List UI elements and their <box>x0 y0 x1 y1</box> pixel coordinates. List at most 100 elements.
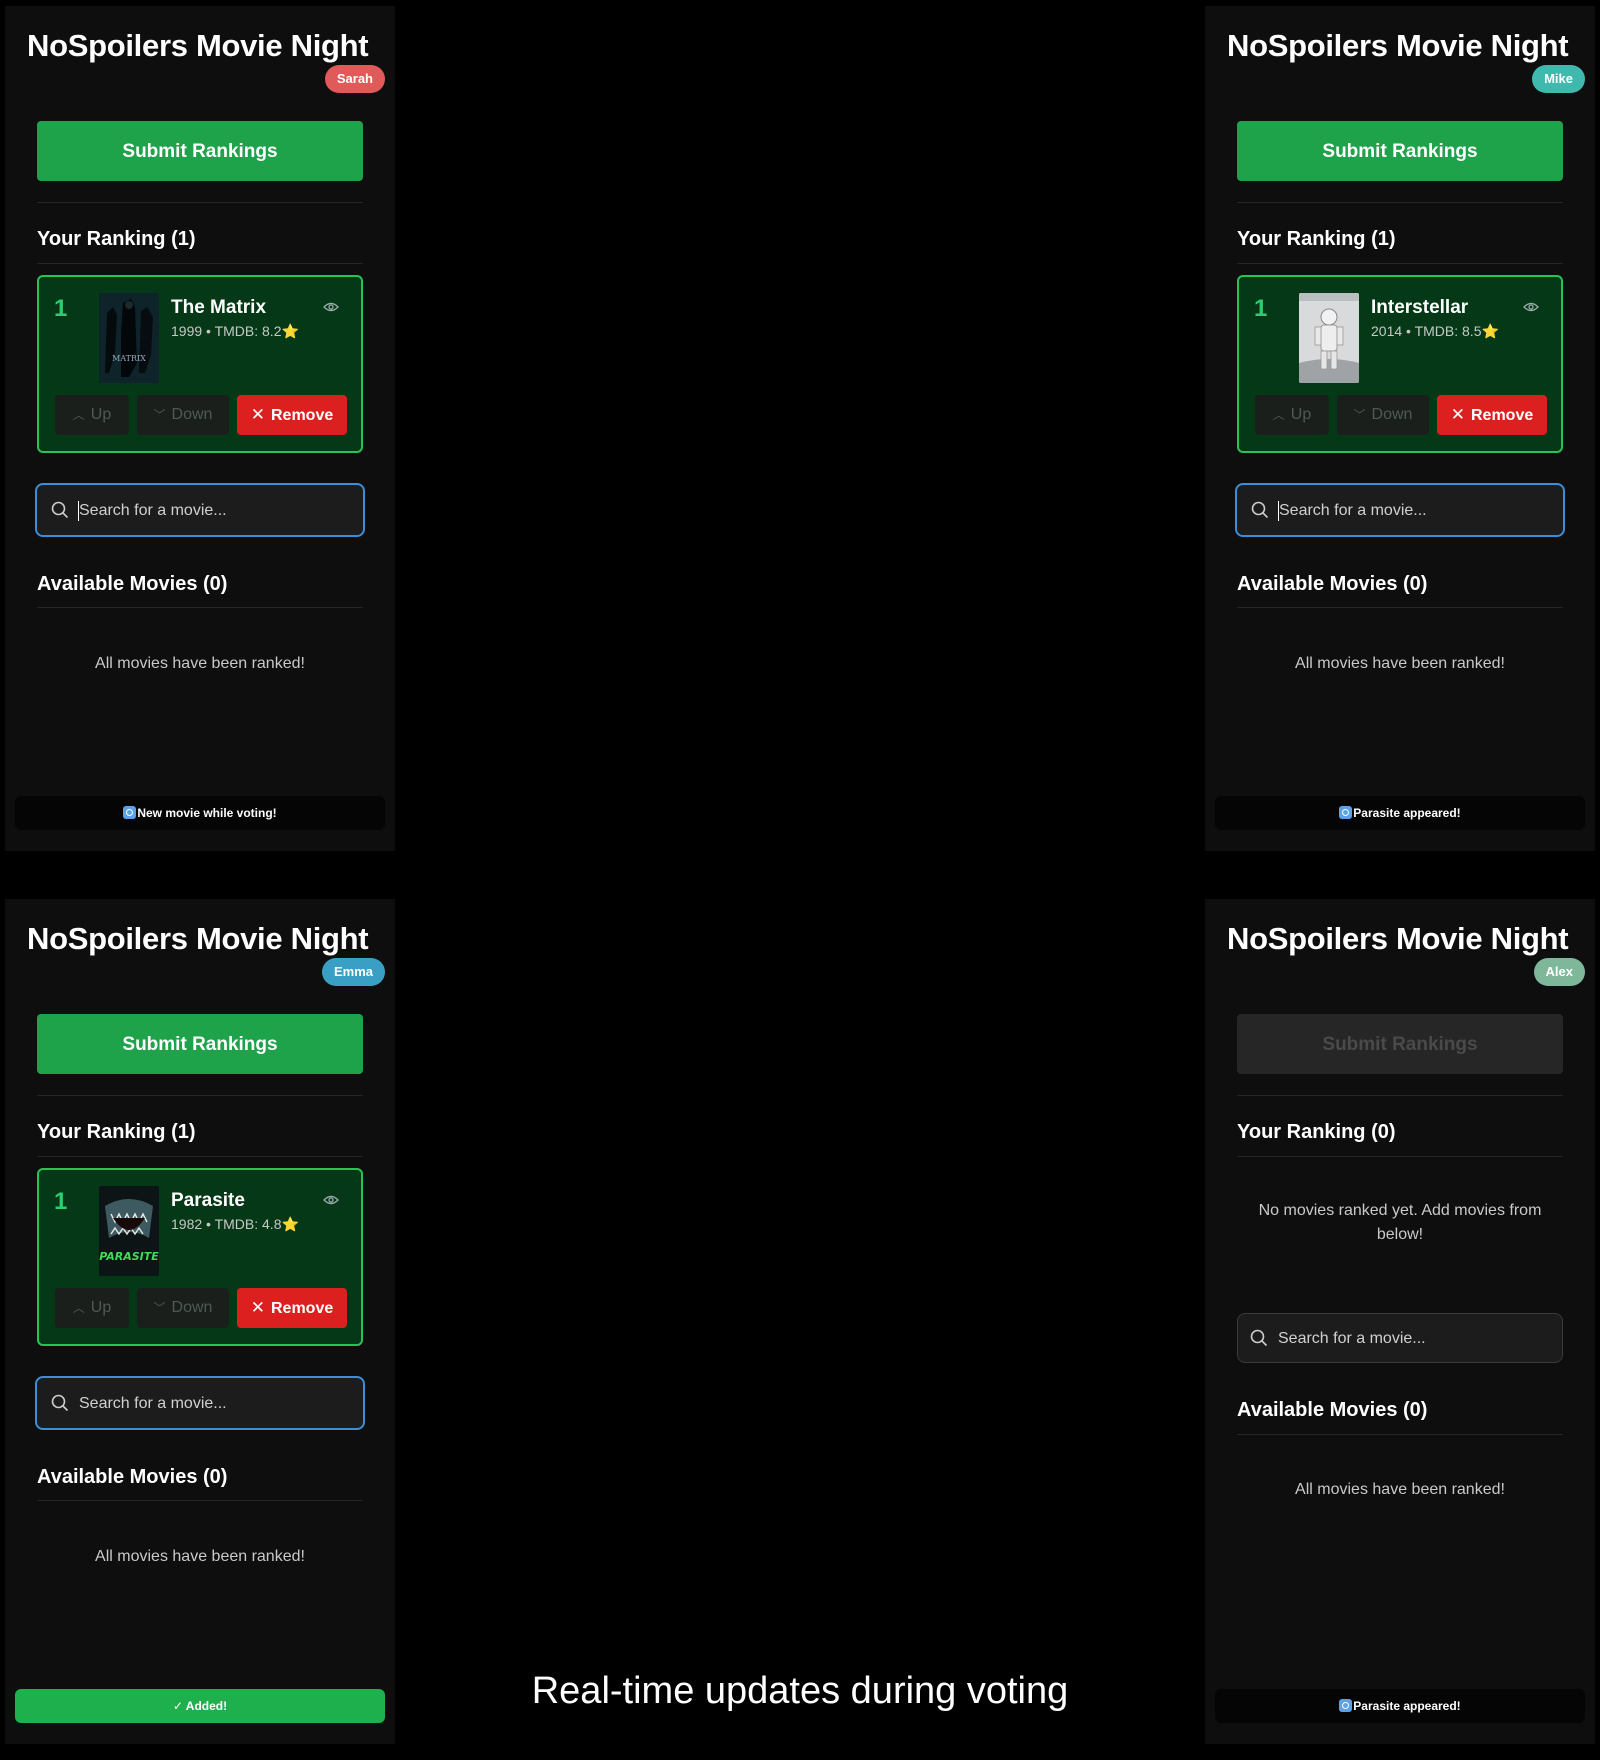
eye-icon[interactable] <box>323 301 339 313</box>
ranking-header: Your Ranking (1) <box>37 1121 196 1143</box>
remove-button[interactable]: ✕ Remove <box>237 1288 347 1328</box>
move-up-button[interactable]: ︿ Up <box>55 1288 129 1328</box>
move-up-button[interactable]: ︿ Up <box>1255 395 1329 435</box>
remove-button[interactable]: ✕ Remove <box>1437 395 1547 435</box>
ranked-movie-card: 1 MATRIX The Matrix 1999 • TMDB: 8.2⭐ ︿ U… <box>37 275 363 453</box>
search-input[interactable] <box>1277 485 1553 537</box>
ranked-movie-card: 1 Interstellar 2014 • TMDB: 8.5⭐ ︿ Up ﹀ … <box>1237 275 1563 453</box>
remove-label: Remove <box>1471 407 1534 424</box>
movie-poster: PARASITE <box>99 1186 159 1276</box>
close-icon: ✕ <box>250 405 265 424</box>
move-down-button[interactable]: ﹀ Down <box>137 1288 229 1328</box>
app-title: NoSpoilers Movie Night <box>27 921 369 956</box>
movie-search-box[interactable] <box>35 1376 365 1430</box>
user-badge: Emma <box>321 958 385 986</box>
ranking-header: Your Ranking (0) <box>1237 1121 1396 1143</box>
divider <box>37 202 363 203</box>
divider <box>37 607 363 608</box>
submit-rankings-button[interactable]: Submit Rankings <box>37 121 363 181</box>
app-title: NoSpoilers Movie Night <box>27 28 369 63</box>
remove-button[interactable]: ✕ Remove <box>237 395 347 435</box>
rank-number: 1 <box>54 295 68 322</box>
eye-icon[interactable] <box>323 1194 339 1206</box>
ranked-movie-card: 1 PARASITE Parasite 1982 • TMDB: 4.8⭐ ︿ U… <box>37 1168 363 1346</box>
ranking-header: Your Ranking (1) <box>1237 228 1396 250</box>
down-label: Down <box>1371 406 1413 423</box>
movie-poster: MATRIX <box>99 293 159 383</box>
refresh-icon <box>123 806 137 819</box>
refresh-icon <box>1339 806 1353 819</box>
move-up-button[interactable]: ︿ Up <box>55 395 129 435</box>
down-label: Down <box>171 1299 213 1316</box>
search-input[interactable] <box>1276 1314 1552 1364</box>
app-panel-emma: NoSpoilers Movie Night Emma Submit Ranki… <box>5 899 395 1744</box>
movie-meta: 1999 • TMDB: 8.2⭐ <box>171 323 299 339</box>
app-panel-alex: NoSpoilers Movie Night Alex Submit Ranki… <box>1205 899 1595 1744</box>
user-badge: Alex <box>1533 958 1585 986</box>
chevron-down-icon: ﹀ <box>153 1301 166 1315</box>
all-ranked-message: All movies have been ranked! <box>1295 655 1505 672</box>
screenshot-stage: NoSpoilers Movie Night Sarah Submit Rank… <box>0 0 1600 1760</box>
available-header: Available Movies (0) <box>1237 573 1428 595</box>
eye-icon[interactable] <box>1523 301 1539 313</box>
remove-label: Remove <box>271 1300 334 1317</box>
app-title: NoSpoilers Movie Night <box>1227 28 1569 63</box>
divider <box>1237 263 1563 264</box>
all-ranked-message: All movies have been ranked! <box>1295 1481 1505 1498</box>
no-ranked-message: No movies ranked yet. Add movies from be… <box>1258 1202 1542 1243</box>
close-icon: ✕ <box>1450 405 1465 424</box>
app-panel-mike: NoSpoilers Movie Night Mike Submit Ranki… <box>1205 6 1595 851</box>
divider <box>37 1156 363 1157</box>
chevron-up-icon: ︿ <box>1272 408 1285 422</box>
move-down-button[interactable]: ﹀ Down <box>1337 395 1429 435</box>
divider <box>1237 607 1563 608</box>
search-icon <box>1251 501 1269 519</box>
search-icon <box>51 1394 69 1412</box>
movie-search-box[interactable] <box>1237 1313 1563 1364</box>
submit-rankings-button[interactable]: Submit Rankings <box>1237 121 1563 181</box>
chevron-up-icon: ︿ <box>72 408 85 422</box>
movie-title: Interstellar <box>1371 297 1469 318</box>
svg-text:MATRIX: MATRIX <box>112 354 146 363</box>
movie-search-box[interactable] <box>1235 483 1565 537</box>
up-label: Up <box>90 406 112 423</box>
divider <box>1237 1095 1563 1096</box>
app-title: NoSpoilers Movie Night <box>1227 921 1569 956</box>
search-icon <box>51 501 69 519</box>
divider <box>37 1095 363 1096</box>
movie-meta: 2014 • TMDB: 8.5⭐ <box>1371 323 1499 339</box>
available-header: Available Movies (0) <box>37 1466 228 1488</box>
user-badge: Mike <box>1532 65 1585 93</box>
user-badge: Sarah <box>324 65 385 93</box>
move-down-button[interactable]: ﹀ Down <box>137 395 229 435</box>
submit-rankings-button[interactable]: Submit Rankings <box>37 1014 363 1074</box>
movie-title: The Matrix <box>171 297 267 318</box>
chevron-up-icon: ︿ <box>72 1301 85 1315</box>
up-label: Up <box>1290 406 1312 423</box>
search-input[interactable] <box>77 1378 353 1430</box>
submit-rankings-button[interactable]: Submit Rankings <box>1237 1014 1563 1074</box>
divider <box>37 263 363 264</box>
divider <box>1237 1156 1563 1157</box>
movie-meta: 1982 • TMDB: 4.8⭐ <box>171 1216 299 1232</box>
text-caret <box>1278 501 1279 521</box>
close-icon: ✕ <box>250 1298 265 1317</box>
remove-label: Remove <box>271 407 334 424</box>
search-icon <box>1250 1329 1268 1347</box>
toast-text: Parasite appeared! <box>1353 806 1461 820</box>
ranking-header: Your Ranking (1) <box>37 228 196 250</box>
movie-title: Parasite <box>171 1190 245 1211</box>
divider <box>1237 202 1563 203</box>
rank-number: 1 <box>54 1188 68 1215</box>
divider <box>1237 1434 1563 1435</box>
up-label: Up <box>90 1299 112 1316</box>
available-header: Available Movies (0) <box>37 573 228 595</box>
search-input[interactable] <box>77 485 353 537</box>
all-ranked-message: All movies have been ranked! <box>95 1548 305 1565</box>
svg-text:PARASITE: PARASITE <box>99 1250 159 1263</box>
movie-search-box[interactable] <box>35 483 365 537</box>
app-panel-sarah: NoSpoilers Movie Night Sarah Submit Rank… <box>5 6 395 851</box>
all-ranked-message: All movies have been ranked! <box>95 655 305 672</box>
caption-text: Real-time updates during voting <box>531 1670 1069 1712</box>
text-caret <box>78 501 79 521</box>
